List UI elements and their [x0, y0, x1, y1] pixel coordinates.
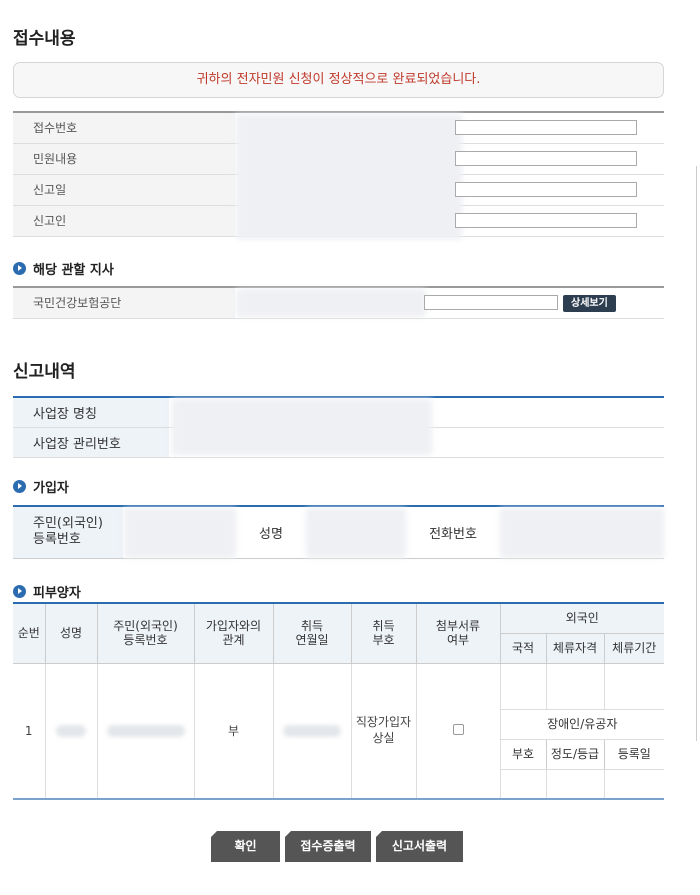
- dependent-acq-date: [273, 663, 352, 800]
- col-relation: 가입자와의 관계: [194, 603, 274, 664]
- section-title-report: 신고내역: [13, 362, 76, 382]
- side-panel-edge: [696, 166, 700, 741]
- report-date-label: 신고일: [13, 174, 235, 206]
- dependent-disabled-grade: [546, 769, 605, 800]
- dependents-table: 순번 성명 주민(외국인) 등록번호 가입자와의 관계 취득 연월일 취득 부호 첨부서…: [13, 602, 664, 800]
- col-disabled-code: 부호: [500, 739, 547, 770]
- col-nationality: 국적: [500, 633, 547, 664]
- detail-view-button[interactable]: 상세보기: [563, 295, 616, 312]
- dependent-name: [45, 663, 98, 800]
- subscriber-name-label: 성명: [237, 506, 305, 559]
- bullet-icon: [13, 262, 26, 275]
- col-seq: 순번: [13, 603, 46, 664]
- dependent-acq-code: 직장가입자 상실: [351, 663, 417, 800]
- dependent-row: 1 부 직장가입자 상실: [13, 663, 664, 800]
- branch-heading: 해당 관할 지사: [13, 259, 114, 278]
- report-date-field: [455, 182, 637, 197]
- dependents-title: 피부양자: [33, 586, 81, 601]
- complaint-content-label: 민원내용: [13, 143, 235, 175]
- col-id: 주민(외국인) 등록번호: [97, 603, 195, 664]
- complaint-content-field: [455, 151, 637, 166]
- redacted-branch-value: [236, 289, 426, 317]
- col-name: 성명: [45, 603, 98, 664]
- col-stay-period: 체류기간: [604, 633, 664, 664]
- action-buttons: 확인 접수증출력 신고서출력: [211, 831, 463, 862]
- reception-number-label: 접수번호: [13, 112, 235, 144]
- dependent-stay-period: [604, 663, 664, 710]
- redacted-workplace-values: [172, 399, 432, 455]
- col-disabled-grade: 정도/등급: [546, 739, 605, 770]
- bullet-icon: [13, 480, 26, 493]
- col-disabled-reg-date: 등록일: [604, 739, 664, 770]
- col-acq-date: 취득 연월일: [273, 603, 352, 664]
- subscriber-title: 가입자: [33, 481, 69, 496]
- section-title-reception: 접수내용: [13, 29, 76, 49]
- subscriber-id-label: 주민(외국인) 등록번호: [13, 506, 123, 559]
- redacted-subscriber-phone: [500, 508, 664, 558]
- col-acq-code: 취득 부호: [351, 603, 417, 664]
- redacted-reception-values: [236, 114, 462, 239]
- confirm-button[interactable]: 확인: [211, 831, 280, 862]
- col-disabled: 장애인/유공자: [500, 709, 664, 740]
- dependent-nationality: [500, 663, 547, 710]
- bullet-icon: [13, 585, 26, 598]
- reception-number-field: [455, 120, 637, 135]
- subscriber-phone-label: 전화번호: [407, 506, 499, 559]
- dependent-attach: [416, 663, 501, 800]
- dependents-heading: 피부양자: [13, 582, 81, 601]
- dependent-stay-status: [546, 663, 605, 710]
- workplace-number-label: 사업장 관리번호: [13, 427, 169, 458]
- reporter-label: 신고인: [13, 205, 235, 237]
- dependent-id: [97, 663, 195, 800]
- completion-notice: 귀하의 전자민원 신청이 정상적으로 완료되었습니다.: [13, 62, 664, 98]
- col-attach: 첨부서류 여부: [416, 603, 501, 664]
- attach-checkbox[interactable]: [452, 723, 464, 735]
- col-foreigner: 외국인: [500, 603, 664, 634]
- workplace-name-label: 사업장 명칭: [13, 397, 169, 428]
- print-receipt-button[interactable]: 접수증출력: [285, 831, 371, 862]
- dependent-relation: 부: [194, 663, 274, 800]
- print-report-button[interactable]: 신고서출력: [376, 831, 463, 862]
- branch-field: [424, 295, 558, 310]
- subscriber-heading: 가입자: [13, 477, 69, 496]
- col-stay-status: 체류자격: [546, 633, 605, 664]
- reporter-field: [455, 213, 637, 228]
- branch-label: 국민건강보험공단: [13, 287, 235, 319]
- dependent-seq: 1: [13, 663, 46, 800]
- dependent-disabled-reg-date: [604, 769, 664, 800]
- redacted-subscriber-name: [306, 508, 406, 558]
- branch-title: 해당 관할 지사: [33, 263, 114, 278]
- dependent-disabled-code: [500, 769, 547, 800]
- redacted-subscriber-id: [124, 508, 236, 558]
